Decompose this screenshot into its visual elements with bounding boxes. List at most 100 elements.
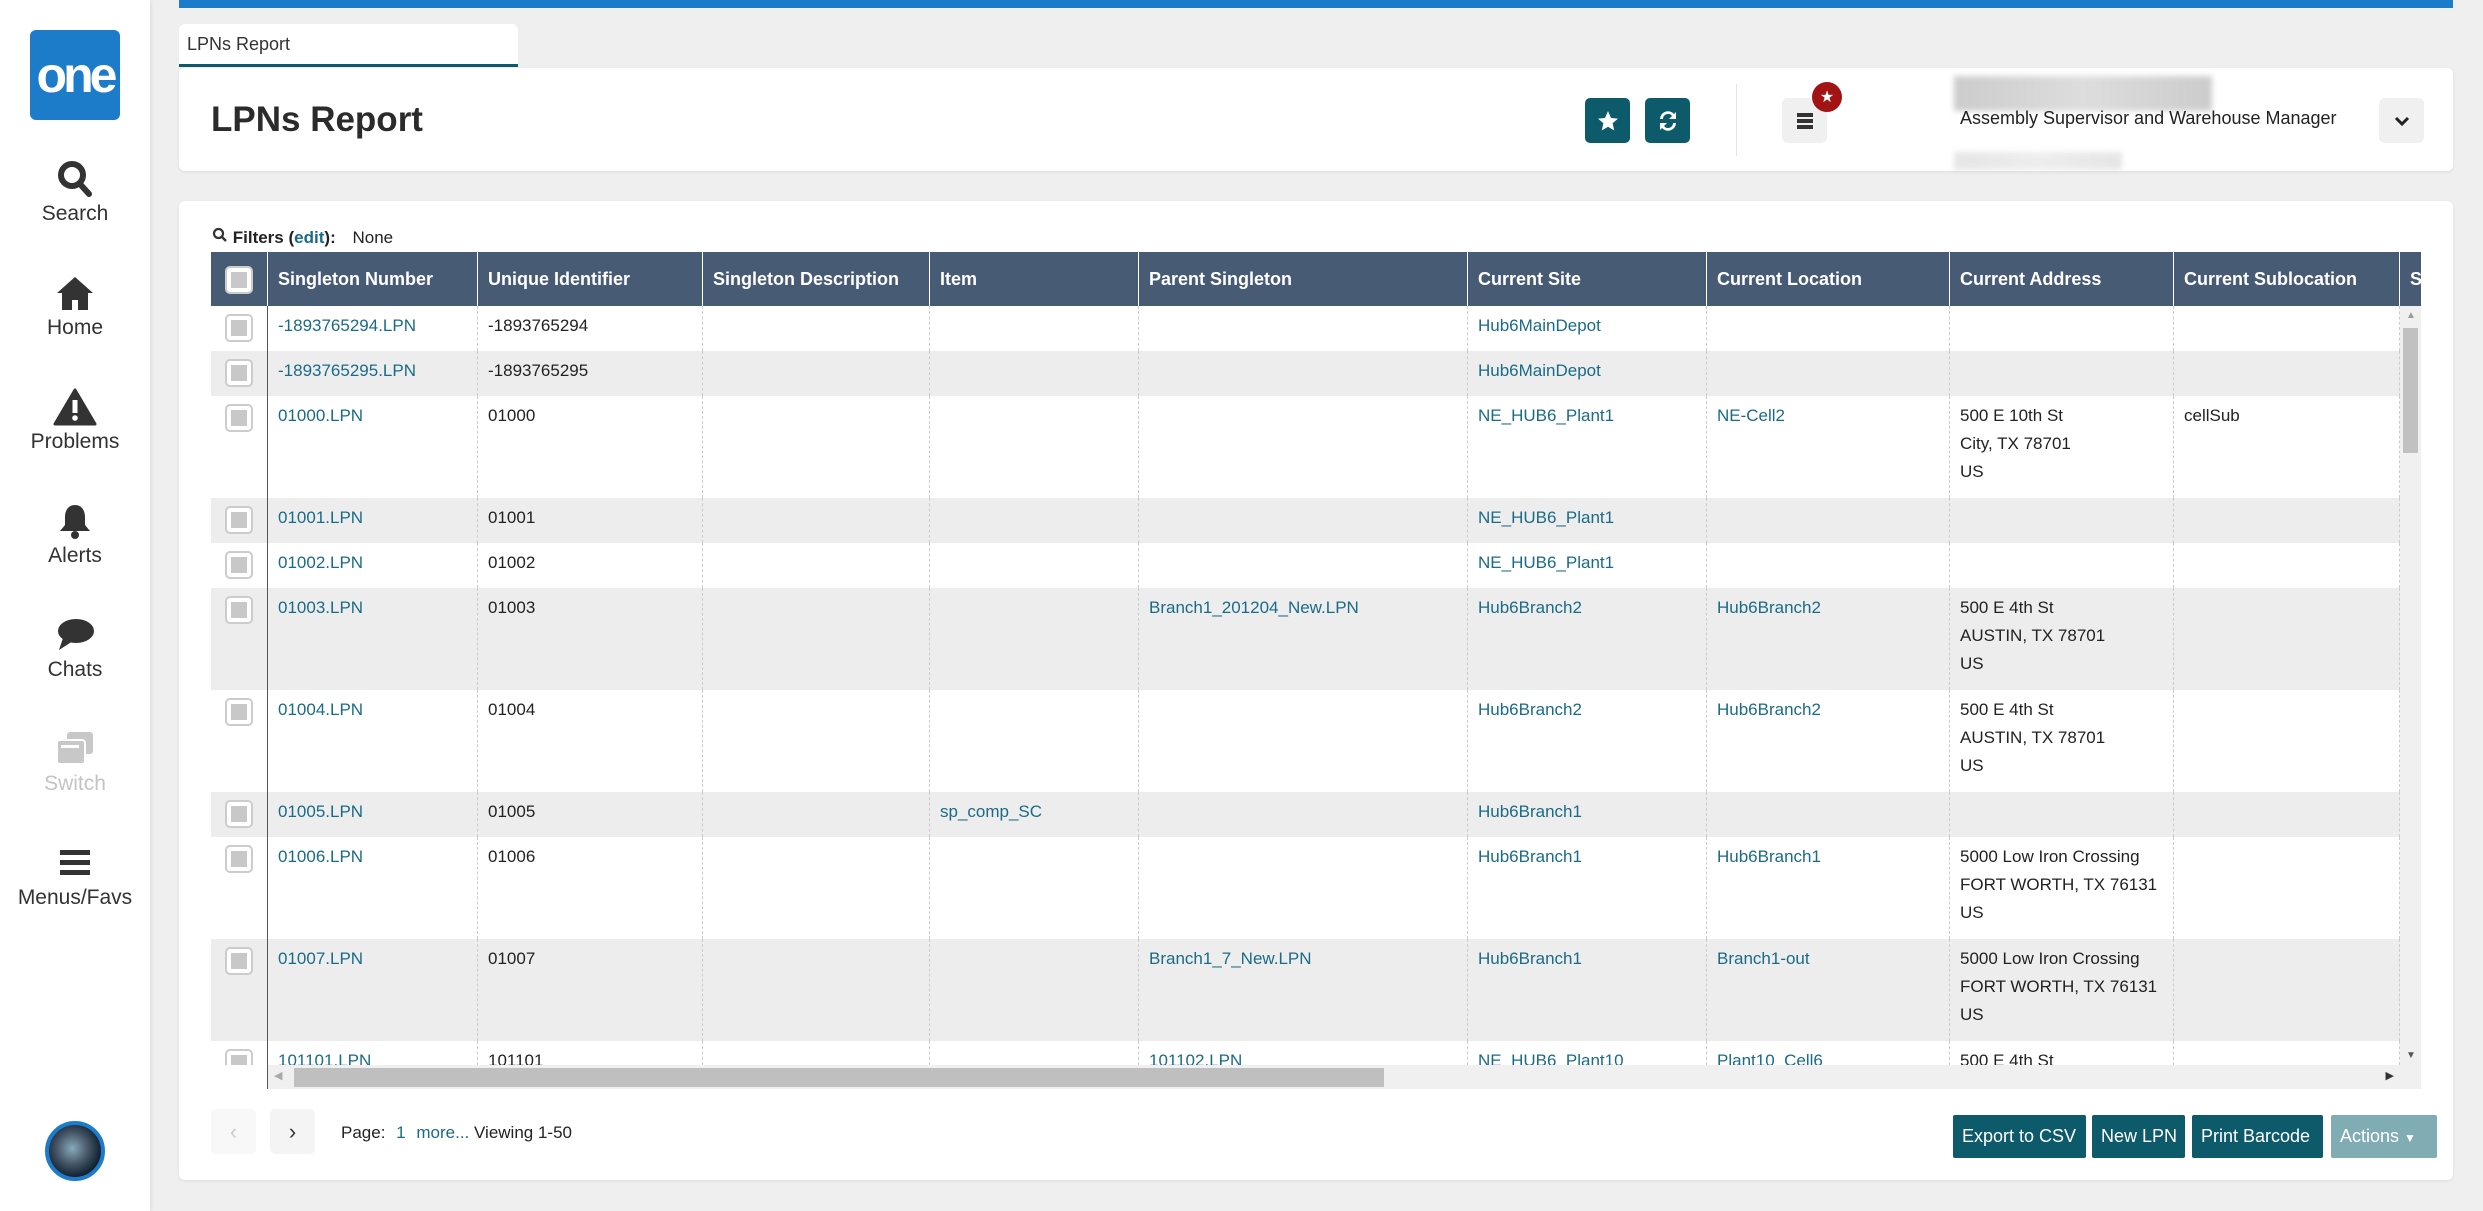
site-value[interactable]: NE_HUB6_Plant1 — [1478, 553, 1614, 572]
cell-sublocation — [2174, 939, 2400, 1041]
sidebar-item-search[interactable]: Search — [0, 160, 150, 226]
tab-lpns-report[interactable]: LPNs Report — [179, 24, 518, 67]
table-row[interactable]: 01007.LPN 01007 Branch1_7_New.LPN Hub6Branc… — [211, 939, 2400, 1041]
parent-value[interactable]: Branch1_201204_New.LPN — [1149, 598, 1359, 617]
singleton-value[interactable]: 01000.LPN — [278, 406, 363, 425]
site-value[interactable]: Hub6Branch1 — [1478, 847, 1582, 866]
row-checkbox[interactable] — [225, 506, 253, 534]
print-barcode-button[interactable]: Print Barcode — [2192, 1115, 2323, 1158]
row-checkbox[interactable] — [225, 947, 253, 975]
location-value[interactable]: Hub6Branch2 — [1717, 700, 1821, 719]
prev-page-button[interactable]: ‹ — [211, 1109, 256, 1154]
singleton-value[interactable]: 01003.LPN — [278, 598, 363, 617]
row-checkbox[interactable] — [225, 800, 253, 828]
table-row[interactable]: 01003.LPN 01003 Branch1_201204_New.LPN Hub6… — [211, 588, 2400, 690]
site-value[interactable]: NE_HUB6_Plant1 — [1478, 508, 1614, 527]
table-row[interactable]: 01006.LPN 01006 Hub6Branch1 Hub6Branch1 5000… — [211, 837, 2400, 939]
column-header[interactable]: Current Site — [1468, 252, 1707, 306]
site-value[interactable]: Hub6Branch1 — [1478, 949, 1582, 968]
scroll-down-arrow-icon[interactable]: ▼ — [2406, 1050, 2416, 1061]
site-value[interactable]: NE_HUB6_Plant10 — [1478, 1051, 1624, 1065]
column-header[interactable]: Singleton Number — [268, 252, 478, 306]
user-avatar[interactable] — [45, 1121, 105, 1181]
column-header[interactable]: Current Address — [1950, 252, 2174, 306]
site-value[interactable]: NE_HUB6_Plant1 — [1478, 406, 1614, 425]
site-value[interactable]: Hub6Branch1 — [1478, 802, 1582, 821]
scroll-right-arrow-icon[interactable]: ▶ — [2386, 1069, 2394, 1082]
next-page-button[interactable]: › — [270, 1109, 315, 1154]
one-logo[interactable]: one — [30, 30, 120, 120]
row-checkbox[interactable] — [225, 551, 253, 579]
site-value[interactable]: Hub6Branch2 — [1478, 700, 1582, 719]
refresh-button[interactable] — [1645, 98, 1690, 143]
singleton-value[interactable]: 01001.LPN — [278, 508, 363, 527]
sidebar-item-alerts[interactable]: Alerts — [0, 502, 150, 568]
favorite-button[interactable] — [1585, 98, 1630, 143]
scroll-left-arrow-icon[interactable]: ◀ — [274, 1069, 282, 1082]
row-checkbox[interactable] — [225, 698, 253, 726]
column-header[interactable]: Sl — [2400, 252, 2421, 306]
row-checkbox[interactable] — [225, 596, 253, 624]
column-header[interactable]: Singleton Description — [703, 252, 930, 306]
singleton-value[interactable]: 101101.LPN — [278, 1051, 371, 1065]
column-header[interactable]: Item — [930, 252, 1139, 306]
table-row[interactable]: 01001.LPN 01001 NE_HUB6_Plant1 — [211, 498, 2400, 543]
column-header[interactable]: Unique Identifier — [478, 252, 703, 306]
location-value[interactable]: Hub6Branch1 — [1717, 847, 1821, 866]
checkbox[interactable] — [225, 266, 253, 294]
singleton-value[interactable]: 01007.LPN — [278, 949, 363, 968]
more-pages-link[interactable]: more... — [416, 1123, 469, 1142]
favorites-badge-star-icon: ★ — [1812, 82, 1842, 112]
horizontal-scrollbar[interactable]: ◀ ▶ — [268, 1065, 2400, 1089]
export-csv-button[interactable]: Export to CSV — [1953, 1115, 2086, 1158]
sidebar-item-chats[interactable]: Chats — [0, 616, 150, 682]
row-checkbox[interactable] — [225, 845, 253, 873]
singleton-value[interactable]: 01002.LPN — [278, 553, 363, 572]
table-row[interactable]: 101101.LPN 101101 101102.LPN NE_HUB6_Plant1… — [211, 1041, 2400, 1065]
address-line: AUSTIN, TX 78701 — [1960, 626, 2106, 645]
sidebar-item-problems[interactable]: Problems — [0, 388, 150, 454]
table-row[interactable]: -1893765294.LPN -1893765294 Hub6MainDepot — [211, 306, 2400, 351]
parent-value[interactable]: 101102.LPN — [1149, 1051, 1242, 1065]
filters-edit-link[interactable]: edit — [294, 228, 324, 247]
location-value[interactable]: NE-Cell2 — [1717, 406, 1785, 425]
user-dropdown-button[interactable] — [2379, 98, 2424, 143]
singleton-value[interactable]: -1893765295.LPN — [278, 361, 416, 380]
site-value[interactable]: Hub6MainDepot — [1478, 361, 1601, 380]
row-checkbox[interactable] — [225, 359, 253, 387]
singleton-value[interactable]: -1893765294.LPN — [278, 316, 416, 335]
singleton-value[interactable]: 01006.LPN — [278, 847, 363, 866]
new-lpn-button[interactable]: New LPN — [2092, 1115, 2185, 1158]
vertical-scrollbar[interactable]: ▲ ▼ — [2400, 306, 2421, 1065]
location-value[interactable]: Hub6Branch2 — [1717, 598, 1821, 617]
singleton-value[interactable]: 01004.LPN — [278, 700, 363, 719]
sidebar-item-home[interactable]: Home — [0, 274, 150, 340]
column-header[interactable]: Parent Singleton — [1139, 252, 1468, 306]
row-checkbox[interactable] — [225, 314, 253, 342]
table-row[interactable]: 01005.LPN 01005 sp_comp_SC Hub6Branch1 — [211, 792, 2400, 837]
column-header[interactable]: Current Location — [1707, 252, 1950, 306]
table-row[interactable]: 01000.LPN 01000 NE_HUB6_Plant1 NE-Cell2 500 … — [211, 396, 2400, 498]
site-value[interactable]: Hub6MainDepot — [1478, 316, 1601, 335]
location-value[interactable]: Plant10_Cell6 — [1717, 1051, 1823, 1065]
cell-sublocation — [2174, 306, 2400, 351]
parent-value[interactable]: Branch1_7_New.LPN — [1149, 949, 1312, 968]
singleton-value[interactable]: 01005.LPN — [278, 802, 363, 821]
scroll-up-arrow-icon[interactable]: ▲ — [2406, 310, 2416, 321]
page-number[interactable]: 1 — [396, 1123, 405, 1142]
row-checkbox[interactable] — [225, 1049, 253, 1065]
vertical-scroll-thumb[interactable] — [2403, 328, 2418, 453]
sidebar-item-label: Problems — [30, 430, 120, 453]
select-all-checkbox[interactable] — [211, 252, 268, 306]
item-value[interactable]: sp_comp_SC — [940, 802, 1042, 821]
location-value[interactable]: Branch1-out — [1717, 949, 1810, 968]
actions-dropdown-button[interactable]: Actions ▼ — [2331, 1115, 2437, 1158]
table-row[interactable]: 01002.LPN 01002 NE_HUB6_Plant1 — [211, 543, 2400, 588]
horizontal-scroll-thumb[interactable] — [294, 1068, 1384, 1087]
row-checkbox[interactable] — [225, 404, 253, 432]
site-value[interactable]: Hub6Branch2 — [1478, 598, 1582, 617]
table-row[interactable]: -1893765295.LPN -1893765295 Hub6MainDepot — [211, 351, 2400, 396]
table-row[interactable]: 01004.LPN 01004 Hub6Branch2 Hub6Branch2 500 … — [211, 690, 2400, 792]
column-header[interactable]: Current Sublocation — [2174, 252, 2400, 306]
sidebar-item-menus-favs[interactable]: Menus/Favs — [0, 844, 150, 910]
